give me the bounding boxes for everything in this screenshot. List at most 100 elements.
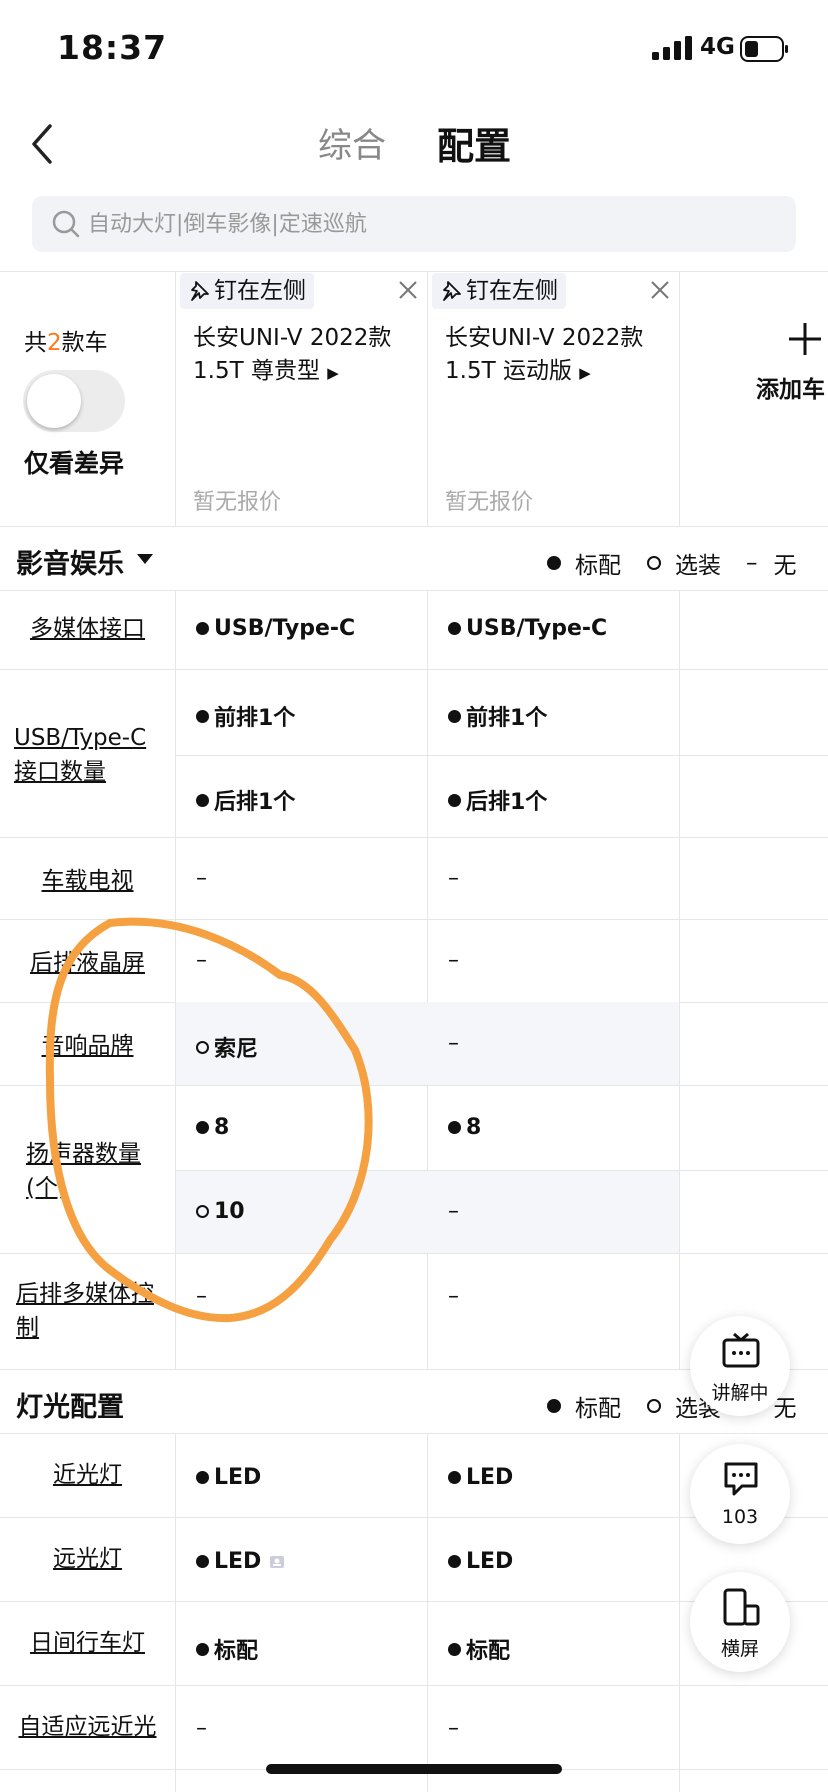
close-icon[interactable]	[396, 278, 420, 302]
row-label-car-tv[interactable]: 车载电视	[0, 864, 175, 898]
filled-dot-icon	[196, 1555, 209, 1568]
divider	[175, 271, 176, 526]
divider	[0, 1433, 828, 1434]
value-text: 后排1个	[214, 790, 296, 815]
row-label-rear-media-control[interactable]: 后排多媒体控 制	[16, 1277, 176, 1345]
tv-icon	[722, 1332, 760, 1368]
status-bar: 18:37 4G	[0, 0, 828, 100]
value-cell: 8	[448, 1115, 481, 1140]
row-label-line: USB/Type-C	[14, 725, 147, 751]
value-cell: –	[448, 1031, 459, 1056]
section-title: 灯光配置	[16, 1392, 124, 1423]
filled-dot-icon	[547, 1399, 561, 1413]
diff-only-toggle[interactable]	[23, 370, 125, 432]
car-name-link[interactable]: 长安UNI-V 2022款 1.5T 尊贵型 ▶	[193, 322, 418, 390]
comment-icon	[724, 1462, 758, 1496]
row-label-speaker-count[interactable]: 扬声器数量 (个)	[26, 1137, 176, 1205]
divider	[679, 590, 680, 1369]
row-label-audio-brand[interactable]: 音响品牌	[0, 1029, 175, 1063]
divider	[0, 590, 828, 591]
value-cell: –	[448, 866, 459, 891]
landscape-button[interactable]: 横屏	[690, 1572, 790, 1672]
add-car-label: 添加车	[756, 377, 825, 403]
rotate-screen-icon	[723, 1588, 760, 1626]
section-title: 影音娱乐	[16, 549, 124, 580]
value-cell: USB/Type-C	[448, 616, 607, 641]
back-arrow-icon[interactable]	[26, 120, 62, 168]
search-input[interactable]	[88, 204, 778, 244]
value-cell: LED	[196, 1465, 261, 1490]
explain-button[interactable]: 讲解中	[690, 1316, 790, 1416]
nav-bar: 综合 配置	[0, 100, 828, 190]
divider	[679, 271, 680, 526]
car-price: 暂无报价	[193, 490, 282, 515]
divider	[427, 1433, 428, 1792]
pin-left-button[interactable]: 钉在左侧	[180, 273, 314, 309]
value-cell: 后排1个	[196, 784, 295, 816]
row-label-line: (个)	[26, 1175, 67, 1201]
value-cell: USB/Type-C	[196, 616, 355, 641]
row-label-line: 制	[16, 1315, 39, 1341]
legend-none-symbol: –	[746, 550, 758, 576]
search-icon	[52, 210, 80, 238]
divider	[0, 1085, 828, 1086]
value-cell: –	[196, 1284, 207, 1309]
filled-dot-icon	[448, 1121, 461, 1134]
value-cell: –	[448, 1284, 459, 1309]
legend-standard-label: 标配	[575, 1396, 621, 1422]
tab-config[interactable]: 配置	[437, 116, 511, 170]
value-text: USB/Type-C	[466, 616, 608, 641]
row-label-adaptive-beam[interactable]: 自适应远近光	[0, 1710, 175, 1744]
row-label-drl[interactable]: 日间行车灯	[0, 1626, 175, 1660]
pin-label: 钉在左侧	[466, 278, 558, 304]
pin-label: 钉在左侧	[214, 278, 306, 304]
hollow-dot-icon	[196, 1040, 209, 1054]
value-cell: LED	[196, 1549, 285, 1574]
row-label-rear-lcd[interactable]: 后排液晶屏	[0, 946, 175, 980]
divider	[0, 919, 828, 920]
filled-dot-icon	[196, 1121, 209, 1134]
caret-down-icon[interactable]	[137, 554, 153, 564]
comment-count: 103	[721, 1506, 759, 1528]
row-label-usb-count[interactable]: USB/Type-C 接口数量	[14, 721, 174, 789]
filled-dot-icon	[547, 556, 561, 570]
value-cell: LED	[448, 1549, 513, 1574]
value-cell: 标配	[448, 1633, 510, 1665]
row-label-low-beam[interactable]: 近光灯	[0, 1458, 175, 1492]
search-bar[interactable]	[32, 196, 796, 252]
pin-icon	[191, 281, 209, 301]
value-cell: –	[448, 1199, 459, 1224]
close-icon[interactable]	[648, 278, 672, 302]
row-label-line: 接口数量	[14, 759, 106, 785]
car-name-line2-row: 1.5T 运动版 ▶	[445, 355, 670, 390]
pin-left-button[interactable]: 钉在左侧	[432, 273, 566, 309]
filled-dot-icon	[448, 622, 461, 635]
battery-icon	[740, 36, 788, 62]
car-name-line2: 1.5T 尊贵型	[193, 358, 320, 384]
value-cell: –	[196, 948, 207, 973]
filled-dot-icon	[448, 793, 461, 807]
caret-right-icon: ▶	[327, 364, 339, 382]
comments-button[interactable]: 103	[690, 1444, 790, 1544]
row-label-high-beam[interactable]: 远光灯	[0, 1542, 175, 1576]
value-text: 前排1个	[466, 706, 548, 731]
divider	[0, 1253, 828, 1254]
filled-dot-icon	[196, 793, 209, 807]
legend-standard-label: 标配	[575, 553, 621, 579]
diff-highlight	[176, 1171, 679, 1253]
value-text: LED	[466, 1465, 514, 1490]
legend-optional-label: 选装	[675, 553, 721, 579]
car-name-line1: 长安UNI-V 2022款	[445, 325, 644, 351]
car-name-line2: 1.5T 运动版	[445, 358, 572, 384]
home-indicator	[266, 1764, 562, 1774]
tab-overview[interactable]: 综合	[318, 118, 386, 167]
value-text: LED	[466, 1549, 514, 1574]
photo-icon[interactable]	[269, 1554, 285, 1570]
row-label-multimedia-port[interactable]: 多媒体接口	[0, 612, 175, 646]
divider	[175, 755, 828, 756]
car-name-link[interactable]: 长安UNI-V 2022款 1.5T 运动版 ▶	[445, 322, 670, 390]
divider	[0, 1685, 828, 1686]
pin-icon	[443, 281, 461, 301]
network-type: 4G	[700, 34, 735, 60]
landscape-label: 横屏	[720, 1638, 759, 1660]
